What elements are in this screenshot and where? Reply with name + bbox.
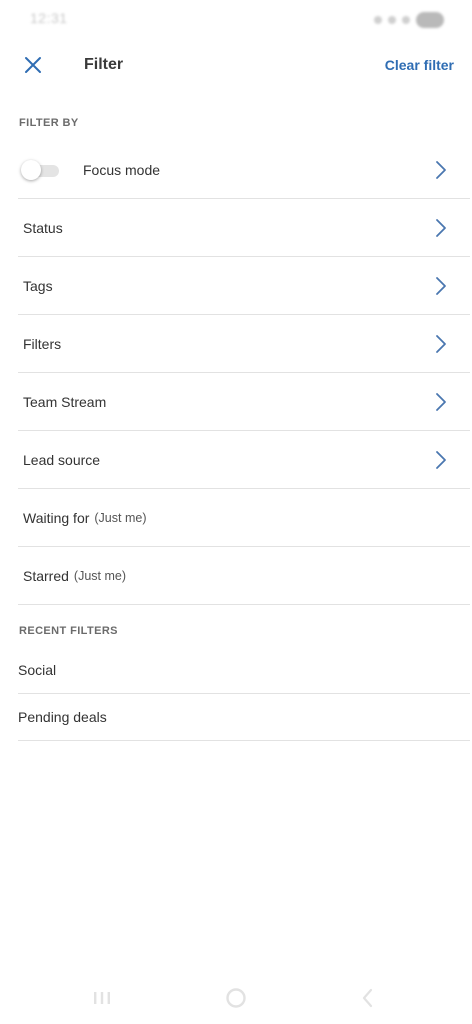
filter-item-label: Starred [23, 567, 69, 584]
chevron-right-icon [436, 450, 446, 469]
filter-item-label: Waiting for [23, 509, 90, 526]
back-icon [362, 988, 373, 1008]
focus-mode-row[interactable]: Focus mode [18, 141, 470, 199]
header: Filter Clear filter [0, 44, 472, 88]
home-icon [226, 988, 246, 1008]
toggle-knob [21, 159, 41, 180]
status-icons [374, 12, 444, 28]
filter-item-label: Status [23, 219, 63, 236]
wifi-icon [388, 16, 396, 24]
signal-icon [402, 16, 410, 24]
filter-item-label: Filters [23, 335, 62, 352]
filter-item-starred[interactable]: Starred (Just me) [18, 547, 470, 605]
clear-filter-button[interactable]: Clear filter [385, 57, 454, 73]
filter-item-label: Lead source [23, 451, 101, 468]
chevron-right-icon [436, 160, 446, 179]
back-button[interactable] [348, 984, 388, 1012]
system-nav-bar [0, 968, 472, 1024]
filter-item-filters[interactable]: Filters [18, 315, 470, 373]
filter-item-status[interactable]: Status [18, 199, 470, 257]
recent-apps-button[interactable] [82, 984, 122, 1012]
recent-filter-label: Pending deals [18, 709, 107, 725]
status-bar: 12:31 [0, 0, 472, 40]
recent-filter-pending-deals[interactable]: Pending deals [18, 694, 470, 741]
close-icon [25, 57, 41, 73]
recent-filter-label: Social [18, 662, 57, 678]
page-title: Filter [84, 56, 124, 73]
focus-mode-label: Focus mode [83, 161, 161, 178]
recent-apps-icon [94, 992, 110, 1004]
filter-by-list: Focus mode Status Tags Filters Team Stre… [18, 141, 470, 605]
filter-item-waiting-for[interactable]: Waiting for (Just me) [18, 489, 470, 547]
recent-filters-list: Social Pending deals [18, 647, 470, 741]
filter-item-team-stream[interactable]: Team Stream [18, 373, 470, 431]
filter-item-tags[interactable]: Tags [18, 257, 470, 315]
chevron-right-icon [436, 218, 446, 237]
filter-item-suffix: (Just me) [73, 568, 127, 583]
status-time: 12:31 [30, 10, 68, 26]
home-button[interactable] [216, 984, 256, 1012]
battery-icon [416, 12, 444, 28]
focus-mode-toggle[interactable] [21, 159, 59, 180]
chevron-right-icon [436, 334, 446, 353]
recent-filter-social[interactable]: Social [18, 647, 470, 694]
filter-by-section-title: FILTER BY [19, 117, 79, 129]
recent-filters-section-title: RECENT FILTERS [19, 625, 118, 637]
close-button[interactable] [18, 50, 48, 80]
filter-item-lead-source[interactable]: Lead source [18, 431, 470, 489]
chevron-right-icon [436, 276, 446, 295]
chevron-right-icon [436, 392, 446, 411]
filter-item-label: Team Stream [23, 393, 107, 410]
filter-item-suffix: (Just me) [94, 510, 147, 525]
filter-item-label: Tags [23, 277, 53, 294]
alarm-icon [374, 16, 382, 24]
